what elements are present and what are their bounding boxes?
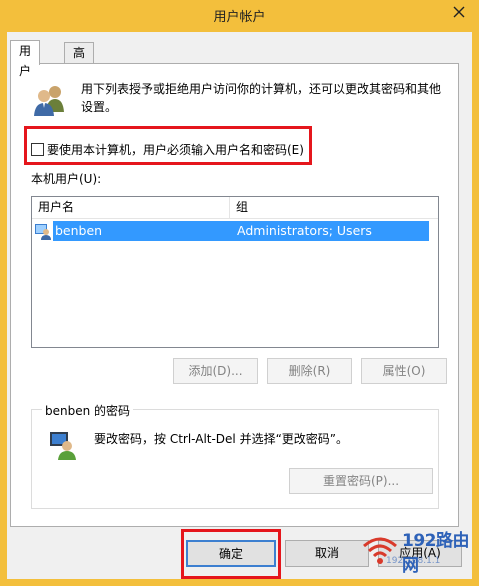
require-login-label[interactable]: 要使用本计算机，用户必须输入用户名和密码(E) [47, 141, 304, 158]
cancel-button[interactable]: 取消 [285, 540, 369, 567]
user-password-icon [50, 432, 76, 460]
listview-header: 用户名 组 [32, 197, 438, 219]
column-header-username[interactable]: 用户名 [32, 197, 230, 219]
intro-text: 用下列表授予或拒绝用户访问你的计算机，还可以更改其密码和其他设置。 [81, 82, 442, 114]
title-bar[interactable]: 用户帐户 [0, 0, 479, 32]
password-group: benben 的密码 要改密码，按 Ctrl-Alt-Del 并选择“更改密码”… [31, 402, 439, 509]
local-users-label: 本机用户(U): [31, 172, 102, 186]
reset-password-button[interactable]: 重置密码(P)... [289, 468, 433, 494]
tab-users[interactable]: 用户 [10, 40, 41, 78]
ok-button[interactable]: 确定 [186, 540, 276, 567]
table-row[interactable]: benben Administrators; Users [33, 221, 429, 241]
properties-button[interactable]: 属性(O) [361, 358, 447, 384]
require-login-checkbox[interactable] [31, 142, 44, 156]
user-row-icon-cell [33, 221, 53, 241]
password-instructions: 要改密码，按 Ctrl-Alt-Del 并选择“更改密码”。 [94, 432, 349, 446]
user-icon [35, 224, 51, 240]
window-title: 用户帐户 [213, 10, 266, 25]
apply-button[interactable]: 应用(A) [378, 540, 462, 567]
column-header-group[interactable]: 组 [230, 197, 439, 219]
user-group-cell[interactable]: Administrators; Users [231, 221, 429, 241]
users-icon [34, 86, 64, 116]
users-tab-panel: 用下列表授予或拒绝用户访问你的计算机，还可以更改其密码和其他设置。 要使用本计算… [10, 63, 459, 527]
password-group-title: benben 的密码 [42, 402, 134, 419]
remove-button[interactable]: 删除(R) [267, 358, 352, 384]
tab-advanced[interactable]: 高级 [64, 42, 95, 80]
require-login-row[interactable]: 要使用本计算机，用户必须输入用户名和密码(E) [31, 139, 304, 159]
user-name-cell[interactable]: benben [53, 221, 231, 241]
close-button[interactable] [446, 2, 472, 22]
users-listview[interactable]: 用户名 组 benben Administrators; Users [31, 196, 439, 348]
close-icon [453, 6, 465, 18]
add-button[interactable]: 添加(D)... [173, 358, 258, 384]
